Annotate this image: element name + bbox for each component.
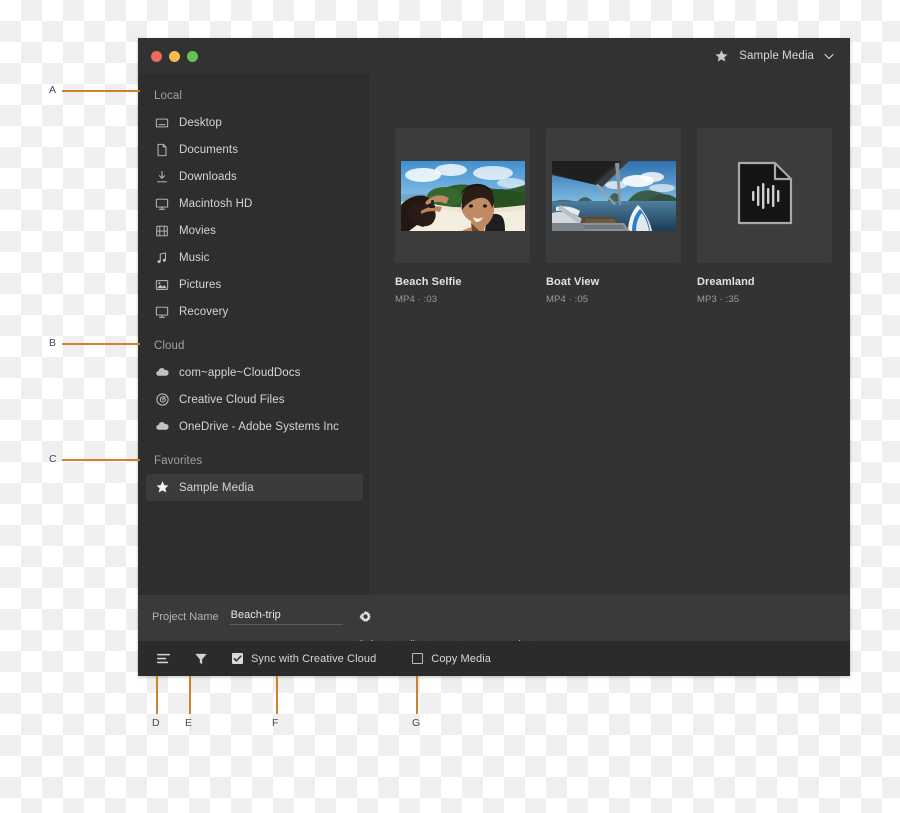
media-meta: MP3 · :35: [697, 294, 740, 305]
project-name-input[interactable]: [228, 609, 343, 625]
sidebar-item-creative-cloud-files[interactable]: Creative Cloud Files: [146, 386, 363, 413]
media-grid: Beach Selfie MP4 · :03 Boat View MP4 ·:…: [395, 128, 850, 305]
project-settings-button[interactable]: [358, 610, 373, 625]
media-title: Beach Selfie: [395, 276, 462, 288]
checkbox-label: Sync with Creative Cloud: [251, 652, 377, 665]
location-label: Sample Media: [739, 50, 814, 62]
sidebar-item-recovery[interactable]: Recovery: [146, 298, 363, 325]
location-selector[interactable]: Sample Media: [714, 49, 834, 64]
audio-file-icon: [735, 159, 795, 232]
sidebar-item-desktop[interactable]: Desktop: [146, 109, 363, 136]
sidebar-item-onedrive[interactable]: OneDrive - Adobe Systems Inc: [146, 413, 363, 440]
media-thumbnail[interactable]: [546, 128, 681, 263]
callout-letter-g: G: [412, 717, 421, 729]
checkbox-checked-icon: [232, 653, 243, 664]
sidebar-item-documents[interactable]: Documents: [146, 136, 363, 163]
sidebar-item-pictures[interactable]: Pictures: [146, 271, 363, 298]
callout-letter-e: E: [185, 717, 193, 729]
sidebar-item-music[interactable]: Music: [146, 244, 363, 271]
creative-cloud-icon: [154, 392, 170, 408]
sidebar-item-downloads[interactable]: Downloads: [146, 163, 363, 190]
sidebar: Local Desktop Documents Downloads Macint…: [138, 74, 372, 595]
minimize-window-button[interactable]: [169, 50, 180, 62]
callout-line-d: [156, 676, 158, 714]
sidebar-item-label: Creative Cloud Files: [179, 393, 285, 406]
media-meta: MP4 · :03: [395, 294, 438, 305]
sidebar-item-label: com~apple~CloudDocs: [179, 366, 301, 379]
download-icon: [154, 169, 170, 185]
cloud-icon: [154, 365, 170, 381]
sidebar-item-label: Desktop: [179, 116, 222, 129]
sidebar-section-cloud-header: Cloud: [154, 340, 185, 352]
callout-line-f: [276, 676, 278, 714]
media-card[interactable]: Boat View MP4 · :05: [546, 128, 681, 305]
close-window-button[interactable]: [151, 50, 162, 62]
media-thumbnail[interactable]: [395, 128, 530, 263]
media-title: Dreamland: [697, 276, 755, 288]
application-window: Sample Media Local Desktop Documents Dow…: [138, 38, 850, 676]
sidebar-item-label: Music: [179, 251, 210, 264]
project-name-label: Project Name: [152, 611, 219, 623]
sidebar-item-movies[interactable]: Movies: [146, 217, 363, 244]
callout-letter-a: A: [49, 84, 57, 96]
sidebar-item-label: Documents: [179, 143, 239, 156]
sync-with-creative-cloud-checkbox[interactable]: Sync with Creative Cloud: [232, 653, 376, 665]
media-card[interactable]: Dreamland MP3 · :35: [697, 128, 832, 305]
sidebar-item-clouddocs[interactable]: com~apple~CloudDocs: [146, 359, 363, 386]
window-body: Local Desktop Documents Downloads Macint…: [138, 74, 850, 595]
media-thumbnail[interactable]: [697, 128, 832, 263]
picture-icon: [154, 277, 170, 293]
film-icon: [154, 223, 170, 239]
callout-line-c: [62, 459, 140, 461]
callout-line-a: [62, 90, 140, 92]
star-icon: [154, 480, 170, 496]
display-icon: [154, 304, 170, 320]
maximize-window-button[interactable]: [187, 50, 198, 62]
sidebar-item-label: Downloads: [179, 170, 237, 183]
callout-line-b: [62, 343, 140, 345]
window-controls: [151, 50, 198, 62]
callout-letter-f: F: [272, 717, 279, 729]
cloud-icon: [154, 419, 170, 435]
document-icon: [154, 142, 170, 158]
sidebar-item-label: OneDrive - Adobe Systems Inc: [179, 420, 340, 433]
display-icon: [154, 196, 170, 212]
callout-letter-c: C: [49, 453, 57, 465]
callout-letter-d: D: [152, 717, 160, 729]
sidebar-item-sample-media[interactable]: Sample Media: [146, 474, 363, 501]
sidebar-item-label: Sample Media: [179, 481, 254, 494]
checkbox-unchecked-icon: [412, 653, 424, 664]
music-note-icon: [154, 250, 170, 266]
desktop-icon: [154, 115, 170, 131]
title-bar: Sample Media: [138, 38, 850, 74]
sidebar-section-favorites-header: Favorites: [154, 455, 203, 467]
sidebar-item-label: Pictures: [179, 278, 222, 291]
sidebar-item-label: Macintosh HD: [179, 197, 253, 210]
sort-list-icon[interactable]: [150, 648, 176, 670]
callout-line-e: [189, 676, 191, 714]
boat-view-thumbnail: [551, 160, 676, 231]
filter-funnel-icon[interactable]: [188, 648, 214, 670]
copy-media-checkbox[interactable]: Copy Media: [412, 653, 491, 665]
star-icon: [715, 49, 728, 61]
callout-letter-b: B: [49, 337, 57, 349]
sidebar-item-label: Movies: [179, 224, 217, 237]
media-browser-panel: Beach Selfie MP4 · :03 Boat View MP4 ·:…: [373, 74, 850, 595]
beach-selfie-thumbnail: [400, 160, 525, 231]
sidebar-item-label: Recovery: [179, 305, 229, 318]
bottom-toolbar: Sync with Creative Cloud Copy Media: [138, 641, 850, 676]
checkbox-label: Copy Media: [431, 652, 491, 665]
callout-line-g: [416, 676, 418, 714]
media-meta: MP4 · :05: [546, 294, 589, 305]
project-bar: Project Name: [138, 595, 850, 639]
chevron-down-icon[interactable]: [824, 53, 834, 60]
media-card[interactable]: Beach Selfie MP4 · :03: [395, 128, 530, 305]
sidebar-section-local-header: Local: [154, 90, 182, 102]
sidebar-item-macintosh-hd[interactable]: Macintosh HD: [146, 190, 363, 217]
media-title: Boat View: [546, 276, 600, 288]
gear-icon: [358, 610, 371, 622]
